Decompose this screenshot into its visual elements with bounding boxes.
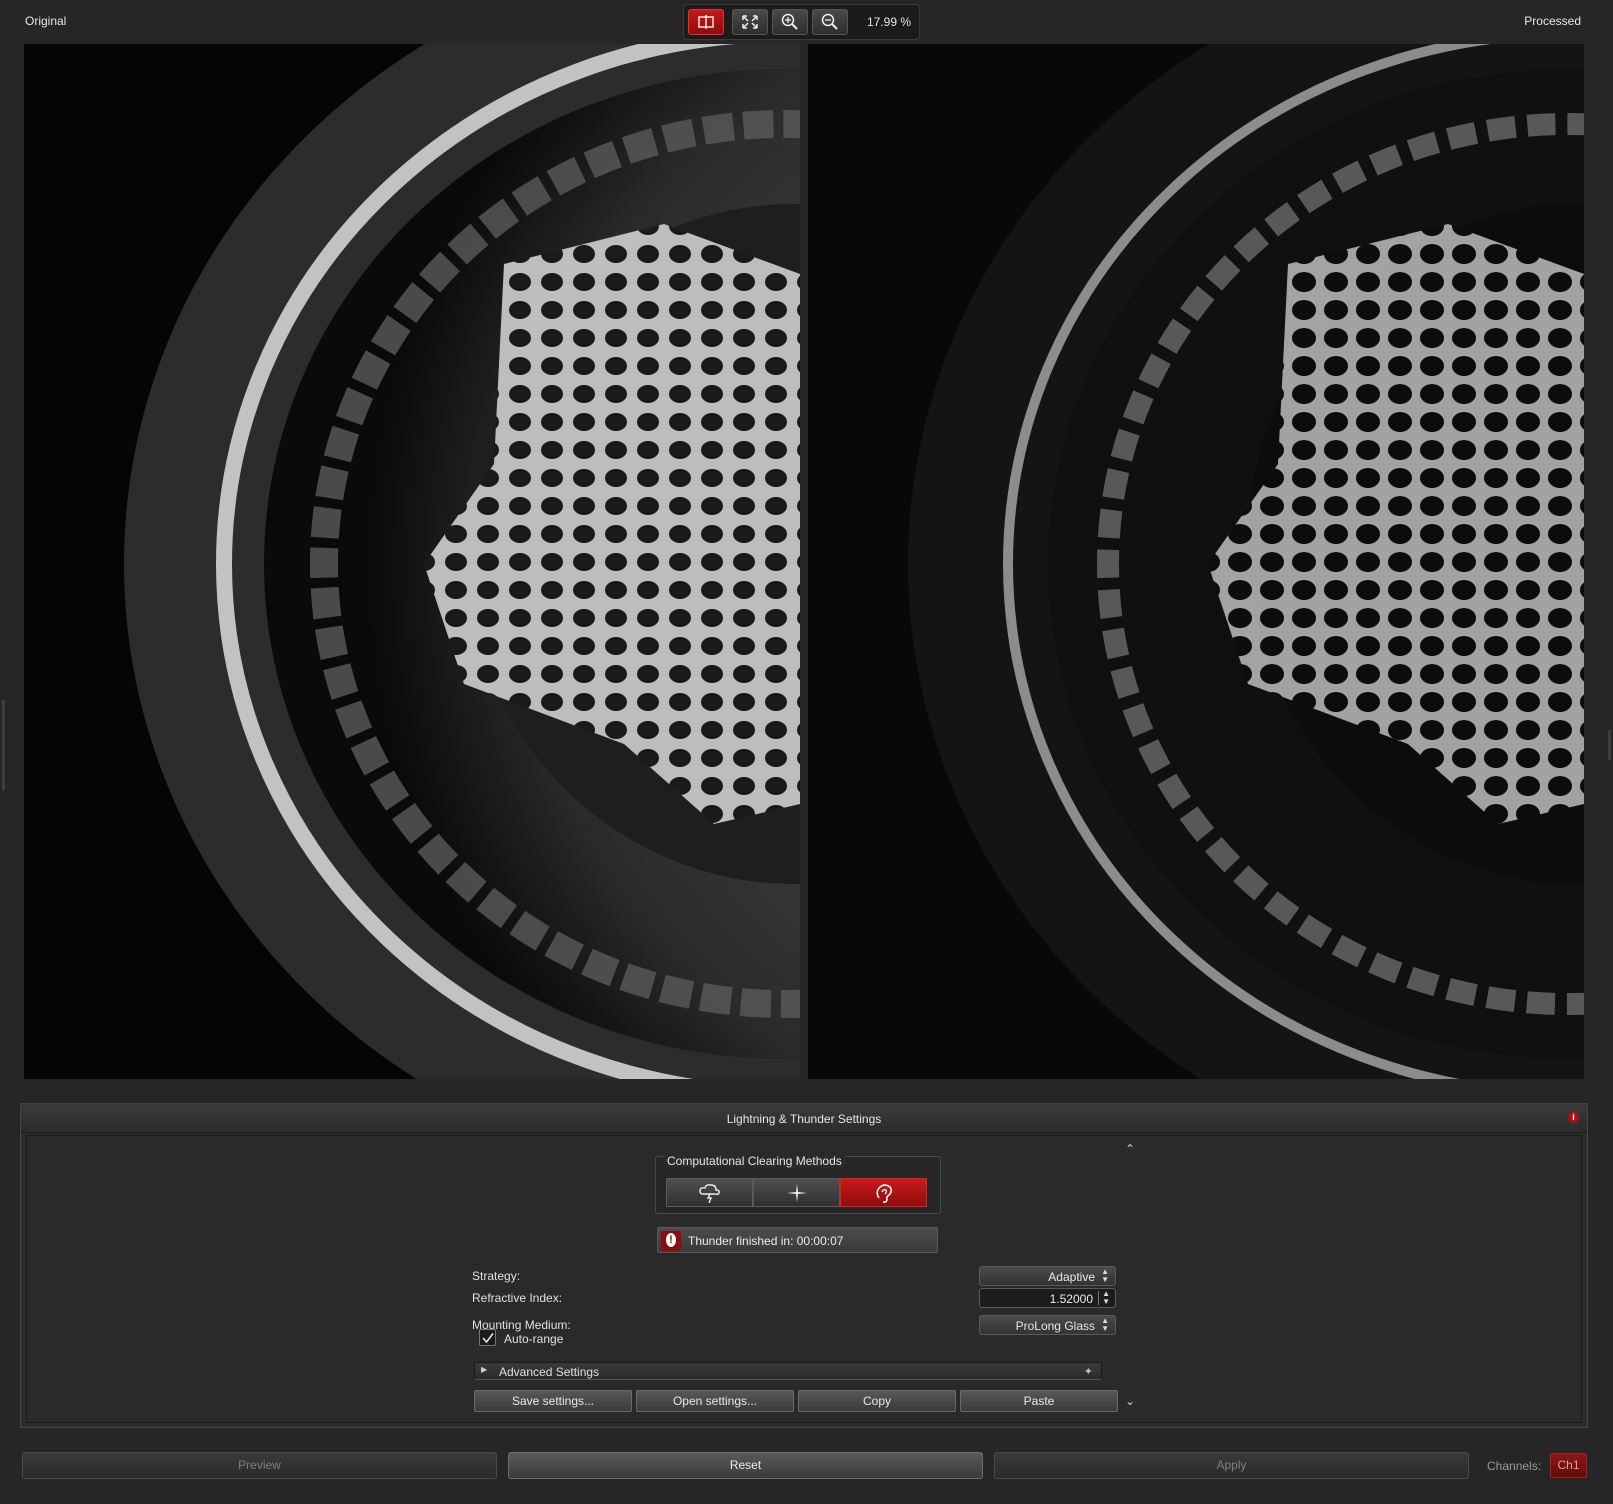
clearing-methods-group: Computational Clearing Methods [655, 1154, 941, 1214]
reset-button[interactable]: Reset [508, 1452, 983, 1479]
view-toolbar: 17.99 % [683, 4, 920, 40]
left-panel-handle[interactable] [2, 700, 5, 790]
zoom-out-icon [821, 13, 838, 30]
refractive-index-input[interactable]: 1.52000 ▲ ▼ [979, 1288, 1116, 1308]
advanced-settings-expander[interactable]: ▶ Advanced Settings ✦ [474, 1362, 1102, 1380]
open-settings-button[interactable]: Open settings... [636, 1390, 794, 1412]
lightning-method-button[interactable] [666, 1178, 753, 1207]
mounting-medium-dropdown[interactable]: ProLong Glass ▲ ▼ [979, 1315, 1116, 1335]
settings-header: Lightning & Thunder Settings i [21, 1104, 1587, 1133]
status-info-icon: ! [661, 1231, 681, 1251]
mounting-medium-value: ProLong Glass [1015, 1319, 1095, 1333]
auto-range-checkbox[interactable] [479, 1329, 496, 1346]
dropdown-arrows-icon: ▲ ▼ [1101, 1316, 1109, 1333]
preview-button[interactable]: Preview [22, 1452, 497, 1479]
processed-image[interactable] [808, 44, 1584, 1079]
status-text: Thunder finished in: 00:00:07 [688, 1234, 844, 1248]
settings-title: Lightning & Thunder Settings [726, 1112, 882, 1126]
refractive-index-value: 1.52000 [1049, 1292, 1093, 1306]
expand-arrow-icon: ▶ [481, 1365, 488, 1374]
original-micrograph [24, 44, 800, 1079]
status-bar: ! Thunder finished in: 00:00:07 [657, 1227, 938, 1253]
info-icon[interactable]: i [1568, 1112, 1579, 1123]
strategy-value: Adaptive [1048, 1270, 1095, 1284]
thunder-method-button[interactable] [840, 1178, 927, 1207]
refractive-index-label: Refractive Index: [472, 1291, 563, 1305]
right-panel-handle[interactable] [1608, 730, 1611, 760]
save-settings-button[interactable]: Save settings... [474, 1390, 632, 1412]
expand-down-icon[interactable]: ⌄ [1125, 1394, 1135, 1408]
sparkle-star-icon [787, 1184, 807, 1202]
original-image[interactable] [24, 44, 800, 1079]
ear-thunder-icon [876, 1184, 893, 1203]
channel-ch1-button[interactable]: Ch1 [1550, 1453, 1587, 1478]
channels-label: Channels: [1487, 1459, 1542, 1473]
checkmark-icon [482, 1333, 494, 1344]
dropdown-arrows-icon: ▲ ▼ [1101, 1267, 1109, 1284]
strategy-dropdown[interactable]: Adaptive ▲ ▼ [979, 1266, 1116, 1286]
sparkle-method-button[interactable] [753, 1178, 840, 1207]
split-view-button[interactable] [688, 9, 724, 35]
split-view-icon [698, 15, 714, 29]
zoom-in-button[interactable] [772, 9, 808, 35]
zoom-in-icon [781, 13, 798, 30]
advanced-settings-label: Advanced Settings [499, 1365, 600, 1379]
settings-panel: Lightning & Thunder Settings i ⌃ Computa… [20, 1103, 1588, 1428]
spin-arrows-icon[interactable]: ▲ ▼ [1102, 1290, 1110, 1306]
pin-icon[interactable]: ✦ [1084, 1365, 1093, 1378]
paste-button[interactable]: Paste [960, 1390, 1118, 1412]
collapse-up-icon[interactable]: ⌃ [1125, 1142, 1135, 1156]
clearing-methods-label: Computational Clearing Methods [664, 1154, 845, 1168]
fit-to-window-button[interactable] [732, 9, 768, 35]
copy-button[interactable]: Copy [798, 1390, 956, 1412]
strategy-label: Strategy: [472, 1269, 521, 1283]
zoom-out-button[interactable] [812, 9, 848, 35]
processed-micrograph [808, 44, 1584, 1079]
processed-label: Processed [1524, 14, 1581, 28]
zoom-level: 17.99 % [867, 15, 912, 29]
auto-range-label: Auto-range [504, 1332, 564, 1346]
lightning-cloud-icon [699, 1184, 720, 1204]
apply-button[interactable]: Apply [994, 1452, 1469, 1479]
original-label: Original [25, 14, 67, 28]
fit-to-window-icon [742, 15, 758, 29]
settings-body: ⌃ Computational Clearing Methods ! Thund… [26, 1135, 1582, 1423]
